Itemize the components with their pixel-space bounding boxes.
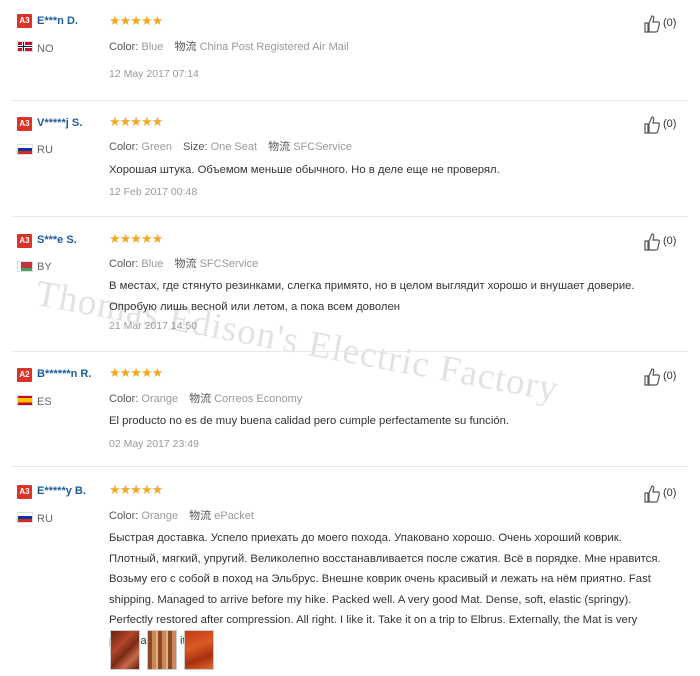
helpful-button[interactable]: (0) [643,115,693,135]
helpful-button[interactable]: (0) [643,232,693,252]
buyer-name: V*****j S. [37,117,83,129]
buyer-level-badge: A3 [17,234,32,248]
shipping-value: Correos Economy [214,393,303,405]
buyer-name: S***e S. [37,234,77,246]
color-value: Orange [141,510,179,522]
thumbs-up-icon [644,233,660,251]
flag-no-icon [17,41,33,52]
flag-ru-icon [17,144,33,155]
shipping-value: ePacket [214,510,254,522]
size-label: Size: [183,141,208,153]
thumbs-up-icon [644,15,660,33]
order-info: Color: Green Size: One Seat 物流 SFCServic… [109,138,352,154]
helpful-count: (0) [663,370,677,382]
buyer-level-badge: A3 [17,14,32,28]
buyer-country: RU [37,513,53,525]
review-date: 02 May 2017 23:49 [109,438,199,450]
helpful-button[interactable]: (0) [643,484,693,504]
buyer-country: RU [37,144,53,156]
buyer-level-badge: A3 [17,485,32,499]
review-photo-thumbnail[interactable] [110,630,140,670]
color-value: Orange [141,393,179,405]
size-value: One Seat [210,141,258,153]
thumbs-up-icon [644,485,660,503]
color-label: Color: [109,393,139,405]
thumbs-up-icon [644,116,660,134]
rating-stars: ★★★★★ [109,482,163,497]
review-item: A3 E***n D. NO ★★★★★ Color: Blue 物流 Chin… [0,0,700,100]
shipping-value: China Post Registered Air Mail [199,41,349,53]
helpful-button[interactable]: (0) [643,14,693,34]
rating-stars: ★★★★★ [109,365,163,380]
buyer-country: NO [37,43,54,55]
shipping-label: 物流 [189,393,212,405]
order-info: Color: Blue 物流 China Post Registered Air… [109,38,349,54]
review-text: Хорошая штука. Объемом меньше обычного. … [109,164,500,176]
review-date: 12 May 2017 07:14 [109,68,199,80]
review-item: A3 V*****j S. RU ★★★★★ Color: Green Size… [0,100,700,216]
review-photo-thumbnail[interactable] [184,630,214,670]
shipping-label: 物流 [189,510,212,522]
order-info: Color: Orange 物流 Correos Economy [109,390,302,406]
color-label: Color: [109,41,139,53]
shipping-value: SFCService [293,141,352,153]
shipping-value: SFCService [199,258,259,270]
shipping-label: 物流 [174,41,197,53]
thumbs-up-icon [644,368,660,386]
color-label: Color: [109,141,139,153]
color-value: Blue [141,258,164,270]
helpful-count: (0) [663,118,677,130]
rating-stars: ★★★★★ [109,13,163,28]
flag-es-icon [17,395,33,406]
color-value: Blue [141,41,164,53]
review-item: A3 E*****y B. RU ★★★★★ Color: Orange 物流 … [0,466,700,676]
review-text: В местах, где стянуто резинками, слегка … [109,280,635,313]
buyer-name: B******n R. [37,368,92,380]
shipping-label: 物流 [268,141,291,153]
color-label: Color: [109,510,139,522]
shipping-label: 物流 [174,258,197,270]
review-text: El producto no es de muy buena calidad p… [109,415,510,427]
review-photo-thumbnail[interactable] [147,630,177,670]
flag-ru-icon [17,512,33,523]
helpful-count: (0) [663,235,677,247]
buyer-name: E***n D. [37,15,78,27]
buyer-level-badge: A2 [17,368,32,382]
order-info: Color: Orange 物流 ePacket [109,507,254,523]
review-item: A2 B******n R. ES ★★★★★ Color: Orange 物流… [0,351,700,466]
buyer-country: ES [37,396,52,408]
helpful-count: (0) [663,487,677,499]
review-date: 21 Mar 2017 14:50 [109,320,198,332]
color-label: Color: [109,258,139,270]
order-info: Color: Blue 物流 SFCService [109,255,258,271]
buyer-country: BY [37,261,52,273]
helpful-count: (0) [663,17,677,29]
rating-stars: ★★★★★ [109,114,163,129]
buyer-name: E*****y B. [37,485,86,497]
flag-by-icon [17,261,33,272]
rating-stars: ★★★★★ [109,231,163,246]
color-value: Green [141,141,172,153]
buyer-level-badge: A3 [17,117,32,131]
review-item: A3 S***e S. BY ★★★★★ Color: Blue 物流 SFCS… [0,216,700,351]
review-date: 12 Feb 2017 00:48 [109,186,198,198]
helpful-button[interactable]: (0) [643,367,693,387]
